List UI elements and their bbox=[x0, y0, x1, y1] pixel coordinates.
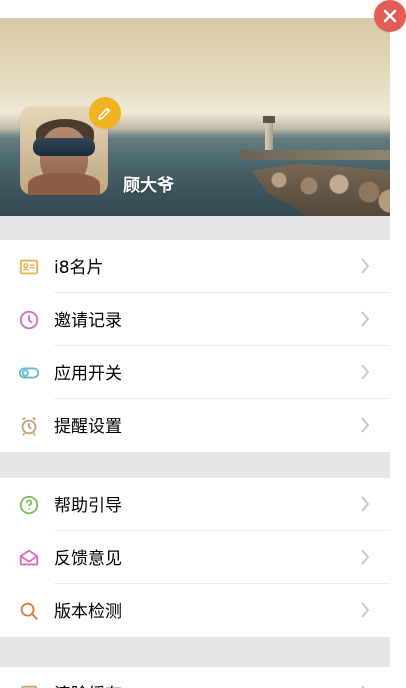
section-divider-3 bbox=[0, 637, 390, 667]
menu-item-feedback[interactable]: 反馈意见 bbox=[0, 531, 390, 584]
chevron-right-icon bbox=[361, 549, 369, 565]
menu-item-label: 版本检测 bbox=[54, 602, 122, 622]
menu-item-label: i8名片 bbox=[54, 258, 104, 278]
avatar-shirt bbox=[28, 173, 100, 195]
section-divider-1 bbox=[0, 216, 390, 240]
menu-item-label: 邀请记录 bbox=[54, 311, 122, 331]
help-icon bbox=[18, 494, 40, 516]
menu-item-namecard[interactable]: i8名片 bbox=[0, 240, 390, 293]
menu-item-help-guide[interactable]: 帮助引导 bbox=[0, 478, 390, 531]
chevron-right-icon bbox=[361, 311, 369, 327]
side-menu-panel: 顾大爷 i8名片 邀请记录 应用开关 提醒设置 帮助引导 反馈意见 版本检测 bbox=[0, 0, 390, 688]
menu-item-label: 应用开关 bbox=[54, 364, 122, 384]
edit-avatar-button[interactable] bbox=[89, 97, 121, 129]
id-card-icon bbox=[18, 256, 40, 278]
section-divider-2 bbox=[0, 452, 390, 478]
profile-name: 顾大爷 bbox=[123, 176, 174, 196]
profile-header: 顾大爷 bbox=[0, 18, 390, 216]
search-icon bbox=[18, 600, 40, 622]
envelope-icon bbox=[18, 547, 40, 569]
menu-item-reminder-settings[interactable]: 提醒设置 bbox=[0, 399, 390, 452]
menu-item-label: 提醒设置 bbox=[54, 417, 122, 437]
pencil-icon bbox=[98, 107, 111, 120]
menu-item-app-switch[interactable]: 应用开关 bbox=[0, 346, 390, 399]
chevron-right-icon bbox=[361, 258, 369, 274]
menu-item-label: 清除缓存 bbox=[54, 680, 122, 688]
close-icon bbox=[383, 9, 397, 23]
chevron-right-icon bbox=[361, 364, 369, 380]
menu-item-invite-records[interactable]: 邀请记录 bbox=[0, 293, 390, 346]
close-button[interactable] bbox=[374, 0, 406, 32]
chevron-right-icon bbox=[361, 496, 369, 512]
cache-icon bbox=[18, 683, 40, 688]
menu-item-label: 反馈意见 bbox=[54, 549, 122, 569]
sleep-mask-icon bbox=[33, 138, 95, 156]
menu-item-label: 帮助引导 bbox=[54, 496, 122, 516]
clock-icon bbox=[18, 309, 40, 331]
pier-decor bbox=[240, 150, 390, 160]
alarm-clock-icon bbox=[18, 415, 40, 437]
chevron-right-icon bbox=[361, 685, 366, 688]
toggle-icon bbox=[18, 362, 40, 384]
chevron-right-icon bbox=[361, 602, 369, 618]
chevron-right-icon bbox=[361, 417, 369, 433]
menu-item-clear-cache[interactable]: 清除缓存 bbox=[0, 667, 390, 688]
menu-item-version-check[interactable]: 版本检测 bbox=[0, 584, 390, 637]
